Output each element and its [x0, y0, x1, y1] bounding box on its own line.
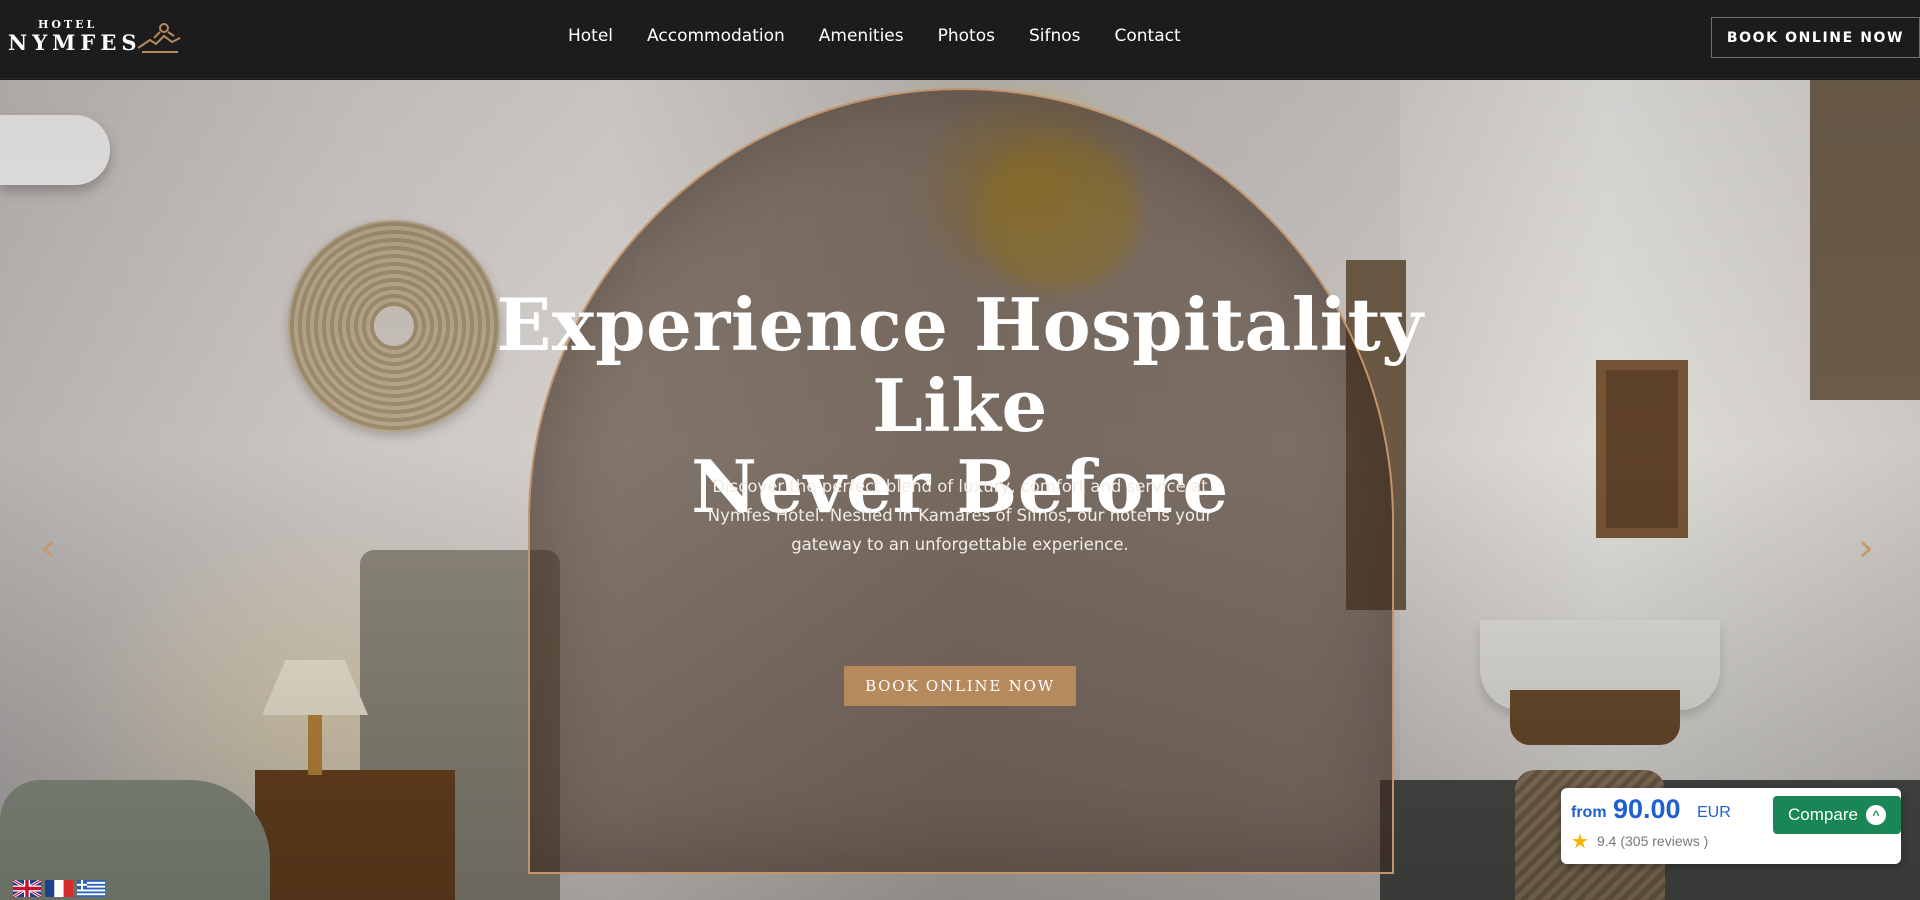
reclining-figure-icon — [137, 23, 181, 53]
greek-flag-icon[interactable] — [77, 880, 105, 897]
price-widget: from 90.00 EUR ★ 9.4 (305 reviews ) Comp… — [1561, 788, 1901, 864]
nav-sifnos[interactable]: Sifnos — [1029, 26, 1081, 46]
language-switcher — [13, 880, 105, 897]
logo-big-text: NYMFES — [8, 30, 142, 55]
book-online-header-button[interactable]: BOOK ONLINE NOW — [1711, 17, 1920, 58]
french-flag-icon[interactable] — [45, 880, 73, 897]
compare-label: Compare — [1788, 805, 1858, 824]
rating-text: 9.4 (305 reviews ) — [1597, 833, 1709, 849]
chevron-right-icon[interactable]: › — [1858, 528, 1874, 568]
hotel-logo[interactable]: HOTEL NYMFES — [8, 18, 183, 58]
nav-amenities[interactable]: Amenities — [819, 26, 904, 46]
hero-description: Discover the perfect blend of luxury, co… — [707, 477, 1213, 554]
site-header: HOTEL NYMFES Hotel Accommodation Ameniti… — [0, 0, 1920, 79]
compare-button[interactable]: Compare ^ — [1773, 796, 1901, 834]
price-currency: EUR — [1697, 804, 1731, 821]
chevron-left-icon[interactable]: ‹ — [40, 528, 56, 568]
english-flag-icon[interactable] — [13, 880, 41, 897]
star-icon: ★ — [1571, 831, 1589, 853]
chevron-up-icon: ^ — [1865, 805, 1886, 825]
hero-title-line1: Experience Hospitality Like — [496, 282, 1424, 448]
nav-accommodation[interactable]: Accommodation — [647, 26, 785, 46]
nav-hotel[interactable]: Hotel — [568, 26, 613, 46]
nav-contact[interactable]: Contact — [1115, 26, 1181, 46]
main-nav: Hotel Accommodation Amenities Photos Sif… — [568, 26, 1215, 46]
price-value: 90.00 — [1613, 794, 1681, 824]
book-online-hero-button[interactable]: BOOK ONLINE NOW — [844, 666, 1076, 706]
nav-photos[interactable]: Photos — [938, 26, 995, 46]
price-from-label: from — [1571, 804, 1607, 821]
